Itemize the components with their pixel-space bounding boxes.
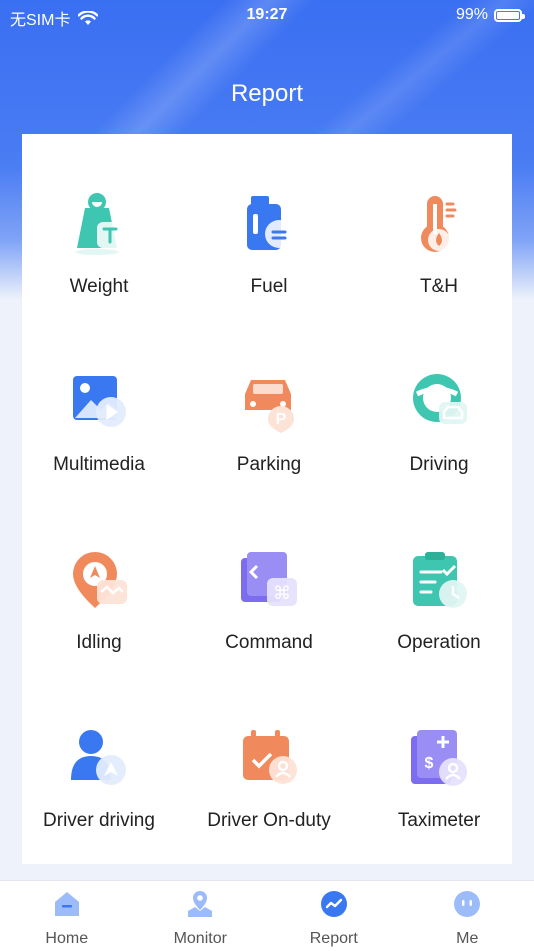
- idling-icon: [67, 548, 131, 612]
- tab-bar: Home Monitor Report Me: [0, 880, 534, 951]
- parking-icon: P: [237, 370, 301, 434]
- map-pin-icon: [185, 889, 215, 924]
- report-item-operation[interactable]: Operation: [354, 490, 524, 668]
- report-item-label: Driver driving: [43, 810, 155, 832]
- report-item-label: Fuel: [251, 276, 288, 298]
- page-title: Report: [0, 80, 534, 108]
- tab-monitor[interactable]: Monitor: [134, 881, 268, 951]
- report-item-label: T&H: [420, 276, 458, 298]
- report-item-driver-driving[interactable]: Driver driving: [14, 668, 184, 846]
- fuel-icon: [237, 192, 301, 256]
- tab-me[interactable]: Me: [401, 881, 534, 951]
- taximeter-icon: $: [407, 726, 471, 790]
- weight-icon: [67, 192, 131, 256]
- tab-label: Monitor: [174, 930, 227, 948]
- report-grid: Weight Fuel T&H Multimedia P Parking: [14, 134, 524, 846]
- report-item-label: Weight: [70, 276, 129, 298]
- operation-icon: [407, 548, 471, 612]
- report-item-label: Parking: [237, 454, 301, 476]
- report-item-label: Operation: [397, 632, 480, 654]
- report-item-parking[interactable]: P Parking: [184, 312, 354, 490]
- report-item-label: Driving: [409, 454, 468, 476]
- steering-wheel-icon: [407, 370, 471, 434]
- status-time: 19:27: [0, 6, 534, 24]
- tab-home[interactable]: Home: [0, 881, 134, 951]
- report-item-multimedia[interactable]: Multimedia: [14, 312, 184, 490]
- report-item-fuel[interactable]: Fuel: [184, 134, 354, 312]
- report-item-command[interactable]: ⌘ Command: [184, 490, 354, 668]
- report-item-label: Taximeter: [398, 810, 480, 832]
- svg-text:⌘: ⌘: [273, 583, 291, 604]
- report-item-weight[interactable]: Weight: [14, 134, 184, 312]
- driver-driving-icon: [67, 726, 131, 790]
- report-card: Weight Fuel T&H Multimedia P Parking: [22, 134, 512, 864]
- report-item-driver-on-duty[interactable]: Driver On-duty: [184, 668, 354, 846]
- report-item-idling[interactable]: Idling: [14, 490, 184, 668]
- report-item-taximeter[interactable]: $ Taximeter: [354, 668, 524, 846]
- tab-label: Report: [310, 930, 358, 948]
- home-icon: [52, 889, 82, 924]
- svg-text:P: P: [276, 411, 287, 428]
- tab-label: Home: [45, 930, 88, 948]
- report-item-label: Idling: [76, 632, 121, 654]
- command-icon: ⌘: [237, 548, 301, 612]
- status-right: 99%: [456, 6, 522, 24]
- multimedia-icon: [67, 370, 131, 434]
- report-item-label: Command: [225, 632, 313, 654]
- report-item-driving[interactable]: Driving: [354, 312, 524, 490]
- driver-on-duty-icon: [237, 726, 301, 790]
- thermometer-icon: [407, 192, 471, 256]
- battery-percent: 99%: [456, 6, 488, 24]
- report-chart-icon: [319, 889, 349, 924]
- me-face-icon: [452, 889, 482, 924]
- tab-label: Me: [456, 930, 478, 948]
- tab-report[interactable]: Report: [267, 881, 401, 951]
- status-bar: 无SIM卡 19:27 99%: [0, 0, 534, 32]
- report-item-label: Driver On-duty: [207, 810, 331, 832]
- report-item-label: Multimedia: [53, 454, 145, 476]
- svg-text:$: $: [425, 755, 434, 772]
- battery-icon: [494, 9, 522, 22]
- report-item-t-h[interactable]: T&H: [354, 134, 524, 312]
